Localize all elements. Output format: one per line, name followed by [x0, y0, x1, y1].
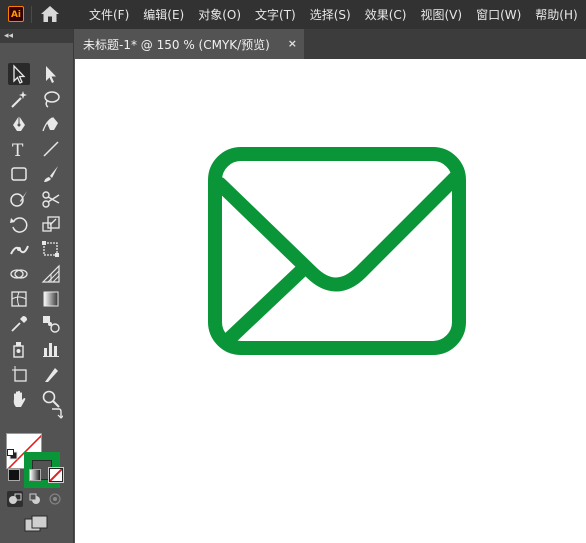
color-mode-icon[interactable]: [8, 469, 20, 481]
symbol-sprayer-tool-icon[interactable]: [8, 338, 30, 360]
home-icon[interactable]: [40, 5, 60, 23]
width-tool-icon[interactable]: [8, 238, 30, 260]
menu-help[interactable]: 帮助(H): [535, 6, 577, 23]
menu-list: 文件(F) 编辑(E) 对象(O) 文字(T) 选择(S) 效果(C) 视图(V…: [89, 0, 586, 29]
hand-tool-icon[interactable]: [8, 388, 30, 410]
eyedropper-tool-icon[interactable]: [8, 313, 30, 335]
rotate-tool-icon[interactable]: [8, 213, 30, 235]
pen-tool-icon[interactable]: [8, 113, 30, 135]
menu-edit[interactable]: 编辑(E): [143, 6, 184, 23]
mesh-tool-icon[interactable]: [8, 288, 30, 310]
column-graph-tool-icon[interactable]: [40, 338, 62, 360]
tools-panel: ◂◂ T: [0, 29, 74, 543]
menu-window[interactable]: 窗口(W): [476, 6, 521, 23]
rectangle-tool-icon[interactable]: [8, 163, 30, 185]
magic-wand-tool-icon[interactable]: [8, 88, 30, 110]
draw-normal-icon[interactable]: [7, 491, 23, 507]
none-mode-icon[interactable]: [48, 467, 64, 483]
direct-selection-tool-icon[interactable]: [40, 63, 62, 85]
scissors-tool-icon[interactable]: [40, 188, 62, 210]
close-icon[interactable]: ×: [288, 37, 297, 50]
menu-separator: [31, 6, 32, 23]
menu-file[interactable]: 文件(F): [89, 6, 129, 23]
document-tab-bar: 未标题-1* @ 150 % (CMYK/预览) ×: [74, 29, 586, 59]
gradient-mode-icon[interactable]: [29, 469, 41, 481]
paintbrush-tool-icon[interactable]: [40, 163, 62, 185]
envelope-mail-icon[interactable]: [75, 59, 586, 543]
tools-panel-header[interactable]: ◂◂: [0, 29, 73, 43]
artboard-tool-icon[interactable]: [8, 363, 30, 385]
document-tab-title: 未标题-1* @ 150 % (CMYK/预览): [83, 37, 270, 52]
lasso-tool-icon[interactable]: [40, 88, 62, 110]
artboard-canvas[interactable]: [75, 59, 586, 543]
shaper-tool-icon[interactable]: [8, 188, 30, 210]
menu-type[interactable]: 文字(T): [255, 6, 296, 23]
menu-select[interactable]: 选择(S): [310, 6, 351, 23]
scale-tool-icon[interactable]: [40, 213, 62, 235]
type-tool-icon[interactable]: T: [8, 138, 30, 160]
free-transform-tool-icon[interactable]: [40, 238, 62, 260]
draw-inside-icon[interactable]: [47, 491, 63, 507]
curvature-tool-icon[interactable]: [40, 113, 62, 135]
blend-tool-icon[interactable]: [40, 313, 62, 335]
default-fill-stroke-icon[interactable]: [7, 445, 18, 460]
menu-effect[interactable]: 效果(C): [365, 6, 407, 23]
slice-tool-icon[interactable]: [40, 363, 62, 385]
selection-tool-icon[interactable]: [8, 63, 30, 85]
menu-bar: Ai 文件(F) 编辑(E) 对象(O) 文字(T) 选择(S) 效果(C) 视…: [0, 0, 586, 29]
draw-behind-icon[interactable]: [27, 491, 43, 507]
menu-object[interactable]: 对象(O): [198, 6, 241, 23]
line-segment-tool-icon[interactable]: [40, 138, 62, 160]
gradient-tool-icon[interactable]: [40, 288, 62, 310]
perspective-grid-tool-icon[interactable]: [40, 263, 62, 285]
collapse-icon[interactable]: ◂◂: [4, 29, 13, 43]
screen-mode-icon[interactable]: [24, 515, 48, 533]
swap-fill-stroke-icon[interactable]: [49, 405, 65, 419]
menu-view[interactable]: 视图(V): [420, 6, 462, 23]
document-tab[interactable]: 未标题-1* @ 150 % (CMYK/预览) ×: [74, 29, 304, 59]
shape-builder-tool-icon[interactable]: [8, 263, 30, 285]
app-logo: Ai: [8, 6, 24, 22]
svg-text:T: T: [12, 141, 24, 160]
